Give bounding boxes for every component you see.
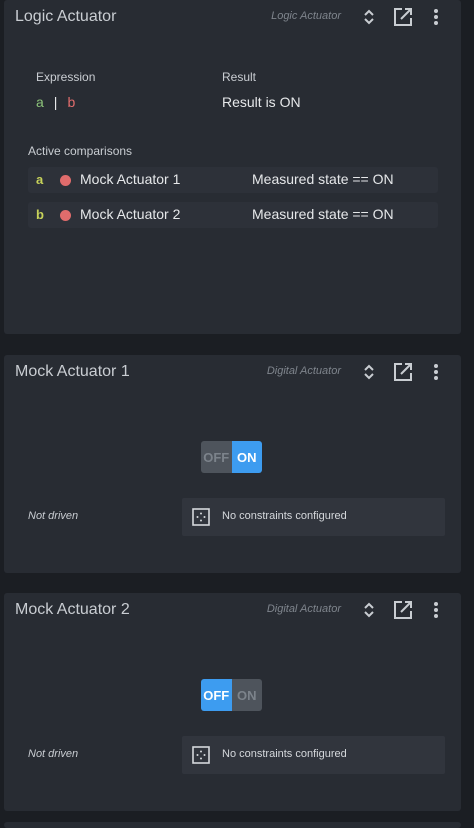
- constraints-text: No constraints configured: [222, 748, 347, 760]
- expression-b: b: [67, 94, 76, 110]
- dots-grid-icon: [192, 746, 210, 764]
- comparison-condition: Measured state == ON: [252, 206, 394, 222]
- comparison-key: b: [36, 207, 44, 222]
- card-header: Logic Actuator Logic Actuator: [4, 0, 461, 34]
- more-vert-icon: [434, 9, 438, 25]
- card-title: Mock Actuator 2: [15, 601, 130, 618]
- drive-status: Not driven: [28, 748, 79, 760]
- expression: a | b: [36, 94, 75, 110]
- menu-button[interactable]: [424, 599, 448, 621]
- constraints-text: No constraints configured: [222, 510, 347, 522]
- next-card-edge: [4, 822, 461, 828]
- logic-actuator-card: Logic Actuator Logic Actuator Expression…: [4, 0, 461, 334]
- state-toggle[interactable]: OFF ON: [201, 441, 262, 473]
- constraints-box[interactable]: No constraints configured: [182, 736, 445, 774]
- card-type: Digital Actuator: [266, 603, 341, 615]
- expand-button[interactable]: [357, 599, 381, 621]
- unfold-icon: [364, 602, 374, 618]
- expression-separator: |: [53, 94, 58, 110]
- open-button[interactable]: [391, 599, 415, 621]
- toggle-off[interactable]: OFF: [201, 441, 232, 473]
- unfold-icon: [364, 9, 374, 25]
- result-label: Result: [222, 70, 257, 84]
- toggle-off[interactable]: OFF: [201, 679, 232, 711]
- expression-label: Expression: [36, 70, 96, 84]
- state-toggle[interactable]: OFF ON: [201, 679, 262, 711]
- unfold-icon: [364, 364, 374, 380]
- card-header: Mock Actuator 2 Digital Actuator: [4, 593, 461, 627]
- dots-grid-icon: [192, 508, 210, 526]
- open-button[interactable]: [391, 361, 415, 383]
- more-vert-icon: [434, 602, 438, 618]
- expand-button[interactable]: [357, 6, 381, 28]
- more-vert-icon: [434, 364, 438, 380]
- comparison-row: b Mock Actuator 2 Measured state == ON: [28, 202, 438, 228]
- constraints-box[interactable]: No constraints configured: [182, 498, 445, 536]
- card-title: Logic Actuator: [15, 8, 117, 25]
- actuator-card-2: Mock Actuator 2 Digital Actuator OFF ON …: [4, 593, 461, 811]
- open-in-new-icon: [394, 363, 412, 381]
- open-in-new-icon: [394, 601, 412, 619]
- card-header: Mock Actuator 1 Digital Actuator: [4, 355, 461, 389]
- open-button[interactable]: [391, 6, 415, 28]
- menu-button[interactable]: [424, 361, 448, 383]
- card-type: Digital Actuator: [266, 365, 341, 377]
- actuator-card-1: Mock Actuator 1 Digital Actuator OFF ON …: [4, 355, 461, 573]
- drive-status: Not driven: [28, 510, 79, 522]
- result-value: Result is ON: [222, 94, 301, 110]
- comparison-condition: Measured state == ON: [252, 171, 394, 187]
- toggle-on[interactable]: ON: [231, 441, 262, 473]
- comparison-name: Mock Actuator 2: [80, 206, 181, 222]
- comparison-row: a Mock Actuator 1 Measured state == ON: [28, 167, 438, 193]
- expand-button[interactable]: [357, 361, 381, 383]
- menu-button[interactable]: [424, 6, 448, 28]
- status-dot-icon: [60, 210, 71, 221]
- open-in-new-icon: [394, 8, 412, 26]
- card-type: Logic Actuator: [271, 10, 341, 22]
- comparison-key: a: [36, 172, 44, 187]
- comparisons-label: Active comparisons: [28, 144, 133, 158]
- toggle-on[interactable]: ON: [231, 679, 262, 711]
- comparison-name: Mock Actuator 1: [80, 171, 181, 187]
- status-dot-icon: [60, 175, 71, 186]
- card-title: Mock Actuator 1: [15, 363, 130, 380]
- expression-a: a: [36, 94, 44, 110]
